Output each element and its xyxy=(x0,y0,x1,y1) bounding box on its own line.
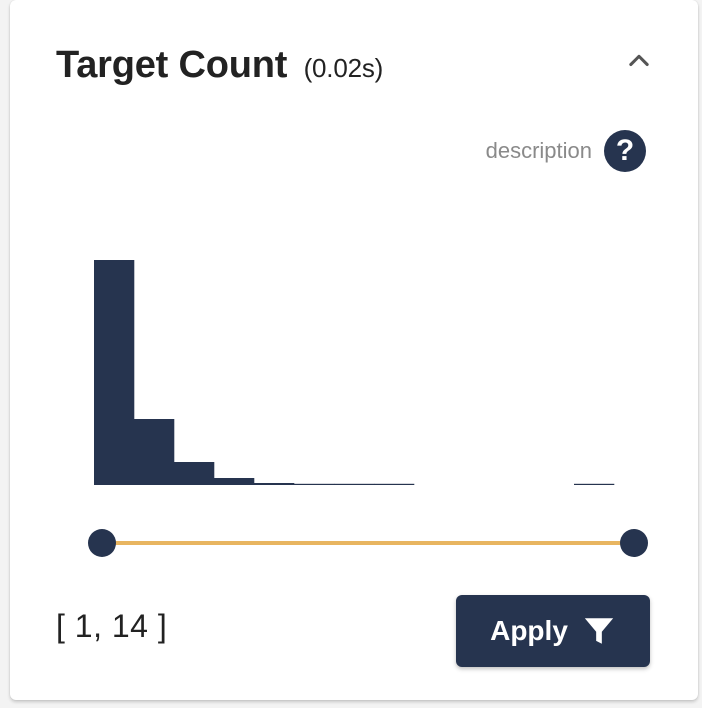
apply-button[interactable]: Apply xyxy=(456,595,650,667)
target-count-card: Target Count (0.02s) description ? [ 1, … xyxy=(10,0,698,700)
histogram-bar xyxy=(294,483,335,485)
histogram-bar xyxy=(254,483,295,485)
card-title-text: Target Count xyxy=(56,44,288,86)
histogram-bar xyxy=(174,462,215,485)
histogram-bar xyxy=(134,419,175,485)
histogram-bar xyxy=(94,260,135,485)
histogram-bars xyxy=(94,260,615,485)
funnel-icon xyxy=(584,618,614,644)
chevron-up-icon xyxy=(629,54,649,67)
card-header: Target Count (0.02s) xyxy=(56,38,658,98)
query-time: (0.02s) xyxy=(303,53,384,83)
description-link[interactable]: description ? xyxy=(486,130,646,172)
description-label: description xyxy=(485,138,592,163)
histogram-bar xyxy=(374,483,415,485)
slider-handle-high[interactable] xyxy=(620,529,648,557)
histogram-bar xyxy=(214,478,255,485)
range-slider[interactable] xyxy=(88,529,648,557)
help-icon[interactable]: ? xyxy=(604,130,646,172)
selected-range: [ 1, 14 ] xyxy=(56,608,168,644)
help-glyph: ? xyxy=(615,134,635,167)
collapse-button[interactable] xyxy=(622,44,656,78)
histogram-bar xyxy=(574,483,615,485)
slider-handle-low[interactable] xyxy=(88,529,116,557)
card-title: Target Count (0.02s) xyxy=(56,44,383,87)
apply-button-label: Apply xyxy=(490,615,568,646)
histogram-bar xyxy=(334,483,375,485)
